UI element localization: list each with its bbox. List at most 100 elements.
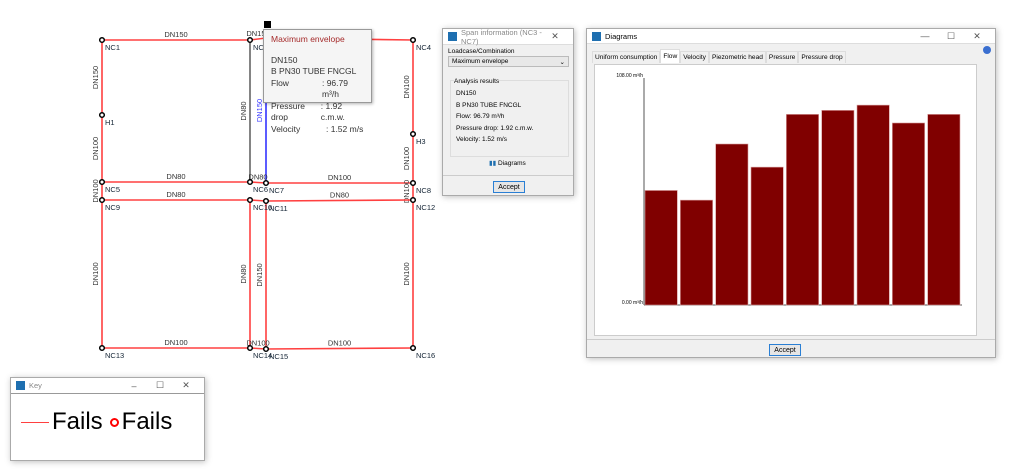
pipe-label: DN150 — [255, 263, 264, 286]
span-information-window: Span information (NC3 - NC7) ✕ Loadcase/C… — [442, 28, 574, 196]
key-window: Key – ☐ ✕ Fails Fails — [10, 377, 205, 461]
pipe-NC15-NC16[interactable] — [265, 347, 414, 350]
pipe-label: DN100 — [328, 173, 351, 182]
node-label: NC12 — [416, 203, 435, 212]
tooltip-row: Flow: 96.79 m³/h — [271, 77, 348, 100]
tooltip-material: B PN30 TUBE FNCGL — [271, 66, 357, 76]
tab-pressure-drop[interactable]: Pressure drop — [798, 51, 846, 63]
node-NC14[interactable] — [246, 344, 254, 352]
node-NC8[interactable] — [409, 179, 417, 187]
pipe-label: DN80 — [166, 172, 185, 181]
bar-chart-icon: ▮▮ — [489, 160, 497, 167]
bar-9 — [927, 114, 961, 306]
pipe-label: DN100 — [402, 262, 411, 285]
pipe-label: DN80 — [239, 101, 248, 120]
close-icon[interactable]: ✕ — [542, 31, 568, 42]
selection-handle[interactable] — [264, 21, 271, 28]
loadcase-label: Loadcase/Combination — [448, 48, 515, 55]
tab-flow[interactable]: Flow — [660, 49, 681, 63]
bar-2 — [680, 199, 713, 306]
node-NC15[interactable] — [262, 345, 270, 353]
node-NC1[interactable] — [98, 36, 106, 44]
pipe-label: DN80 — [239, 264, 248, 283]
node-label: NC9 — [105, 203, 120, 212]
node-NC5[interactable] — [98, 178, 106, 186]
key-node-label: Fails — [121, 408, 173, 435]
pipe-label: DN100 — [164, 338, 187, 347]
help-icon[interactable] — [983, 46, 991, 54]
app-icon — [448, 32, 457, 41]
node-NC16[interactable] — [409, 344, 417, 352]
node-NC10[interactable] — [246, 196, 254, 204]
diagrams-window: Diagrams — ☐ ✕ Uniform consumption Flow Veloc… — [586, 28, 996, 358]
app-icon — [16, 381, 25, 390]
chevron-down-icon: ⌄ — [559, 59, 565, 66]
tooltip-title: Maximum envelope — [271, 34, 345, 44]
bar-4 — [750, 166, 784, 306]
node-NC6[interactable] — [246, 178, 254, 186]
tab-uniform-consumption[interactable]: Uniform consumption — [592, 51, 661, 63]
close-icon[interactable]: ✕ — [173, 380, 199, 391]
pipe-label: DN80 — [330, 191, 349, 200]
tab-velocity[interactable]: Velocity — [680, 51, 709, 63]
y-min-label: 0.00 m³/h — [622, 300, 643, 306]
title-bar[interactable]: Diagrams — ☐ ✕ — [587, 29, 995, 44]
fails-line-icon — [21, 421, 49, 423]
node-NC2[interactable] — [246, 36, 254, 44]
title-bar[interactable]: Key – ☐ ✕ — [11, 378, 204, 394]
pipe-label: DN100 — [91, 262, 100, 285]
tab-pressure[interactable]: Pressure — [765, 51, 799, 63]
network-diagram[interactable]: DN150 DN150 DN150 DN100 DN100 DN100 DN80 DN150 D… — [0, 0, 440, 370]
bar-7 — [856, 104, 890, 306]
pipe-label: DN100 — [402, 75, 411, 98]
diagram-tabs: Uniform consumption Flow Velocity Piezometr… — [592, 49, 846, 63]
fails-node-icon — [109, 417, 119, 427]
title-bar[interactable]: Span information (NC3 - NC7) ✕ — [443, 28, 573, 46]
node-NC11[interactable] — [262, 197, 270, 205]
tooltip-row: Pressure drop: 1.92 c.m.w. — [271, 100, 345, 123]
node-label: NC1 — [105, 43, 120, 52]
node-NC12[interactable] — [409, 196, 417, 204]
node-label: H1 — [105, 118, 115, 127]
node-NC4[interactable] — [409, 36, 417, 44]
chart-panel: 108.00 m³/h 0.00 m³/h — [594, 64, 977, 336]
node-label: NC13 — [105, 351, 124, 360]
close-icon[interactable]: ✕ — [964, 31, 990, 42]
node-label: H3 — [416, 137, 426, 146]
minimize-icon[interactable]: — — [912, 31, 938, 41]
maximize-icon[interactable]: ☐ — [938, 31, 964, 42]
node-label: NC15 — [269, 352, 288, 361]
bar-8 — [892, 122, 925, 306]
loadcase-select[interactable]: Maximum envelope ⌄ — [448, 56, 569, 67]
node-label: NC6 — [253, 185, 268, 194]
node-label: NC8 — [416, 186, 431, 195]
bar-6 — [821, 110, 855, 306]
node-label: NC4 — [416, 43, 431, 52]
node-label: NC5 — [105, 185, 120, 194]
pipe-label: DN150 — [91, 66, 100, 89]
node-label: NC11 — [269, 204, 288, 213]
pipe-label: DN150 — [164, 30, 187, 39]
pipe-NC11-NC12[interactable] — [265, 199, 414, 202]
node-H1[interactable] — [98, 111, 106, 119]
pipe-label: DN100 — [91, 179, 100, 202]
diagrams-button[interactable]: ▮▮ Diagrams — [489, 159, 526, 167]
accept-button[interactable]: Accept — [769, 344, 801, 356]
minimize-icon[interactable]: – — [121, 381, 147, 391]
accept-button[interactable]: Accept — [493, 181, 525, 193]
maximize-icon[interactable]: ☐ — [147, 380, 173, 391]
node-NC7[interactable] — [262, 179, 270, 187]
app-icon — [592, 31, 601, 41]
analysis-results-group: Analysis results DN150 B PN30 TUBE FNCGL F… — [450, 76, 569, 157]
bar-1 — [644, 190, 678, 306]
y-max-label: 108.00 m³/h — [616, 73, 643, 79]
flow-bar-chart: 108.00 m³/h 0.00 m³/h — [616, 73, 962, 306]
tab-piezometric-head[interactable]: Piezometric head — [708, 51, 766, 63]
node-label: NC7 — [269, 186, 284, 195]
node-NC9[interactable] — [98, 196, 106, 204]
node-H3[interactable] — [409, 130, 417, 138]
bar-5 — [786, 114, 819, 306]
tooltip-row: Velocity: 1.52 m/s — [271, 123, 364, 134]
pipe-label: DN80 — [166, 190, 185, 199]
node-NC13[interactable] — [98, 344, 106, 352]
